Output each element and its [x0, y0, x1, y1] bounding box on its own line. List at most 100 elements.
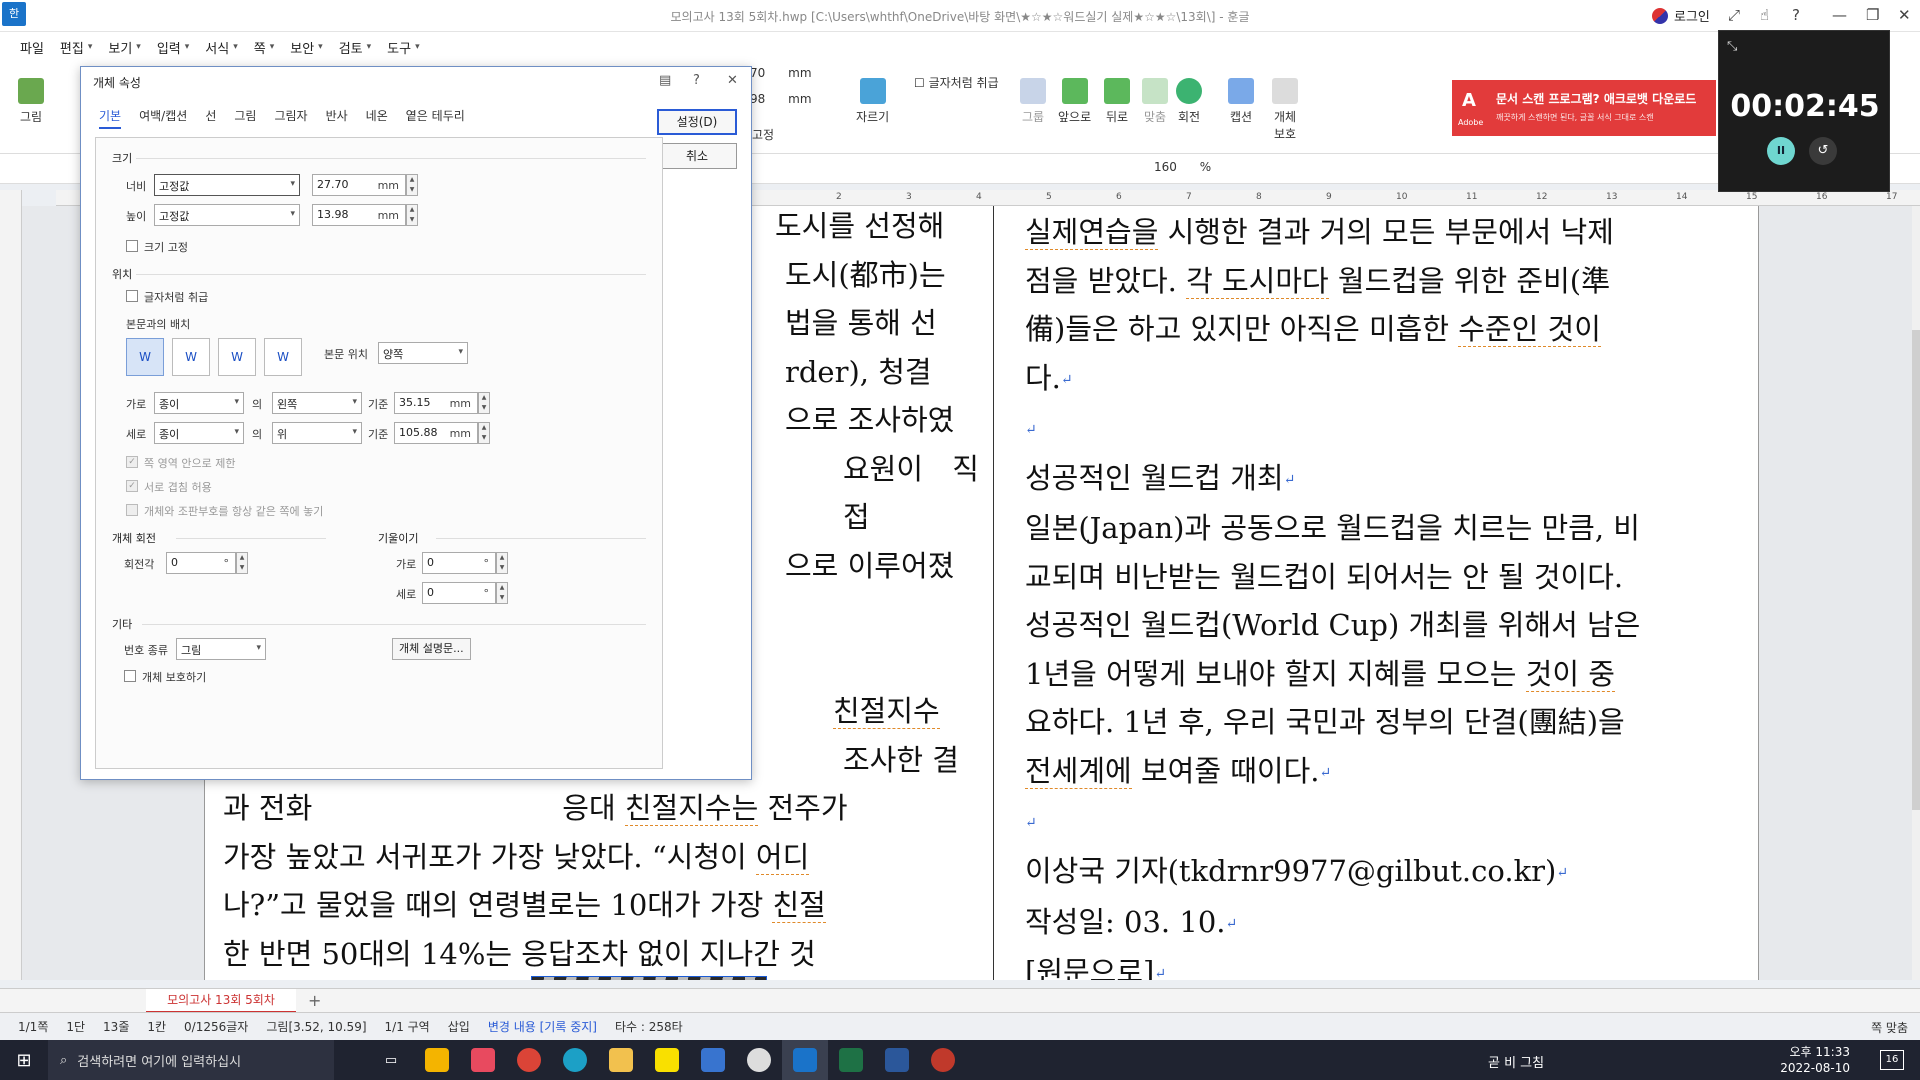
fit-page-button[interactable]: 쪽 맞춤: [1871, 1019, 1908, 1036]
protect-object-checkbox[interactable]: [124, 670, 136, 682]
menu-format[interactable]: 서식 ▾: [205, 38, 237, 57]
skew-horizontal-input[interactable]: 0 °: [422, 552, 496, 574]
reset-button[interactable]: ↺: [1809, 137, 1837, 165]
limit-page-checkbox[interactable]: ✓: [126, 456, 138, 468]
add-tab-button[interactable]: +: [308, 991, 321, 1010]
edge-icon[interactable]: [552, 1040, 598, 1080]
caption-button[interactable]: 캡션: [1228, 78, 1254, 125]
tab-soft-edge[interactable]: 옅은 테두리: [406, 107, 465, 129]
tab-neon[interactable]: 네온: [366, 107, 388, 129]
as-char-checkbox[interactable]: ☐ 글자처럼 취급: [914, 74, 999, 91]
menu-insert[interactable]: 입력 ▾: [157, 38, 189, 57]
tab-margin-caption[interactable]: 여백/캡션: [139, 107, 187, 129]
login-button[interactable]: 로그인: [1652, 6, 1710, 25]
excel-icon[interactable]: [828, 1040, 874, 1080]
crop-button[interactable]: 자르기: [856, 78, 889, 125]
help-icon[interactable]: ?: [1792, 6, 1800, 24]
taskbar-search[interactable]: ⌕ 검색하려면 여기에 입력하십시: [48, 1040, 334, 1080]
close-icon[interactable]: ✕: [1898, 6, 1911, 24]
clock-app-icon[interactable]: [736, 1040, 782, 1080]
angle-input[interactable]: 0 °: [166, 552, 236, 574]
selected-picture[interactable]: [531, 976, 767, 980]
horizontal-align-select[interactable]: 왼쪽 ▾: [272, 392, 362, 414]
paint-app-icon[interactable]: [460, 1040, 506, 1080]
ok-button[interactable]: 설정(D): [657, 109, 737, 135]
tab-reflection[interactable]: 반사: [326, 107, 348, 129]
object-description-button[interactable]: 개체 설명문...: [392, 638, 471, 660]
windows-start-icon[interactable]: ⊞: [0, 1040, 48, 1080]
wrap-behind-text-button[interactable]: W: [218, 338, 256, 376]
text-position-select[interactable]: 양쪽 ▾: [378, 342, 468, 364]
horizontal-offset-spinner[interactable]: ▲ ▼: [478, 392, 490, 414]
height-input[interactable]: 13.98 mm: [312, 204, 406, 226]
expand-icon[interactable]: ⤡: [1727, 39, 1737, 54]
dialog-comment-icon[interactable]: ▤: [659, 73, 671, 88]
explorer-icon[interactable]: [598, 1040, 644, 1080]
vertical-offset-spinner[interactable]: ▲ ▼: [478, 422, 490, 444]
bring-forward-button[interactable]: 앞으로: [1058, 78, 1091, 125]
fixed-size-checkbox[interactable]: [126, 240, 138, 252]
horizontal-ref-select[interactable]: 종이 ▾: [154, 392, 244, 414]
vertical-ruler[interactable]: [0, 190, 22, 980]
adobe-banner[interactable]: A Adobe 문서 스캔 프로그램? 애크로뱃 다운로드 깨끗하게 스캔하면 …: [1452, 80, 1716, 136]
ribbon-width-field[interactable]: 70 mm: [750, 66, 812, 80]
menu-page[interactable]: 쪽 ▾: [254, 38, 275, 57]
skew-vertical-input[interactable]: 0 °: [422, 582, 496, 604]
tab-shadow[interactable]: 그림자: [274, 107, 307, 129]
rotate-button[interactable]: 회전: [1176, 78, 1202, 125]
width-spinner[interactable]: ▲ ▼: [406, 174, 418, 196]
menu-tools[interactable]: 도구 ▾: [387, 38, 419, 57]
tab-basic[interactable]: 기본: [99, 107, 122, 129]
horizontal-offset-input[interactable]: 35.15 mm: [394, 392, 478, 414]
wrap-square-button[interactable]: W: [126, 338, 164, 376]
taskbar-clock[interactable]: 오후 11:33 2022-08-10: [1780, 1044, 1850, 1076]
height-type-select[interactable]: 고정값 ▾: [154, 204, 300, 226]
picture-button[interactable]: 그림: [18, 78, 44, 125]
hancom-icon[interactable]: [690, 1040, 736, 1080]
status-track-changes[interactable]: 변경 내용 [기록 중지]: [488, 1018, 597, 1035]
pause-button[interactable]: II: [1767, 137, 1795, 165]
vertical-ref-select[interactable]: 종이 ▾: [154, 422, 244, 444]
group-button[interactable]: 그룹: [1020, 78, 1046, 125]
kakaotalk-icon[interactable]: [644, 1040, 690, 1080]
wrap-in-front-button[interactable]: W: [264, 338, 302, 376]
task-view-icon[interactable]: ▭: [368, 1040, 414, 1080]
notification-badge[interactable]: 16: [1880, 1050, 1904, 1070]
scrollbar-thumb[interactable]: [1912, 330, 1920, 810]
status-insert[interactable]: 삽입: [448, 1018, 470, 1035]
angle-spinner[interactable]: ▲ ▼: [236, 552, 248, 574]
align-button[interactable]: 맞춤: [1142, 78, 1168, 125]
allow-overlap-checkbox[interactable]: ✓: [126, 480, 138, 492]
number-type-select[interactable]: 그림 ▾: [176, 638, 266, 660]
menu-security[interactable]: 보안 ▾: [290, 38, 322, 57]
same-page-checkbox[interactable]: [126, 504, 138, 516]
as-char-checkbox[interactable]: [126, 290, 138, 302]
menu-review[interactable]: 검토 ▾: [339, 38, 371, 57]
send-back-button[interactable]: 뒤로: [1104, 78, 1130, 125]
tab-document[interactable]: 모의고사 13회 5회차: [146, 989, 296, 1013]
menu-edit[interactable]: 편집 ▾: [60, 38, 92, 57]
hand-icon[interactable]: ☝: [1760, 6, 1769, 24]
hwp-taskbar-icon[interactable]: [782, 1040, 828, 1080]
menu-file[interactable]: 파일: [20, 38, 44, 57]
wrap-top-bottom-button[interactable]: W: [172, 338, 210, 376]
ribbon-height-field[interactable]: 98 mm: [750, 92, 812, 106]
menu-view[interactable]: 보기 ▾: [108, 38, 140, 57]
fullscreen-icon[interactable]: ⤢: [1728, 6, 1740, 24]
cancel-button[interactable]: 취소: [657, 143, 737, 169]
skew-horizontal-spinner[interactable]: ▲ ▼: [496, 552, 508, 574]
vertical-offset-input[interactable]: 105.88 mm: [394, 422, 478, 444]
tab-picture[interactable]: 그림: [234, 107, 256, 129]
protect-button[interactable]: 개체 보호: [1272, 78, 1298, 142]
tab-line[interactable]: 선: [205, 107, 216, 129]
right-column[interactable]: 실제연습을 시행한 결과 거의 모든 부문에서 낙제 점을 받았다. 각 도시마…: [1025, 208, 1725, 980]
vertical-align-select[interactable]: 위 ▾: [272, 422, 362, 444]
chrome-icon[interactable]: [506, 1040, 552, 1080]
dialog-help-icon[interactable]: ?: [693, 73, 700, 88]
minimize-icon[interactable]: —: [1832, 6, 1847, 24]
width-type-select[interactable]: 고정값 ▾: [154, 174, 300, 196]
weather-text[interactable]: 곧 비 그침: [1488, 1052, 1544, 1071]
remote-app-icon[interactable]: [920, 1040, 966, 1080]
width-input[interactable]: 27.70 mm: [312, 174, 406, 196]
word-icon[interactable]: [874, 1040, 920, 1080]
